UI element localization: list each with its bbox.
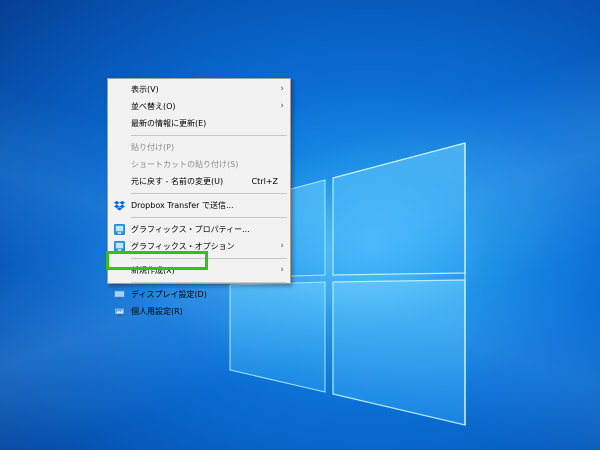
menu-item-label: ショートカットの貼り付け(S) <box>131 160 239 169</box>
menu-item-label: 表示(V) <box>131 85 159 94</box>
menu-item-label: 貼り付け(P) <box>131 143 175 152</box>
menu-item-dropbox-transfer[interactable]: Dropbox Transfer で送信... <box>108 197 290 214</box>
menu-item-paste-shortcut: ショートカットの貼り付け(S) <box>108 156 290 173</box>
menu-item-display-settings[interactable]: ディスプレイ設定(D) <box>108 286 290 303</box>
menu-separator <box>131 282 287 283</box>
highlight-annotation <box>106 251 208 270</box>
dropbox-icon <box>114 200 125 211</box>
menu-item-sort[interactable]: 並べ替え(O) › <box>108 98 290 115</box>
menu-item-label: 個人用設定(R) <box>131 307 183 316</box>
menu-item-label: グラフィックス・プロパティー... <box>131 225 250 234</box>
menu-item-graphics-properties[interactable]: グラフィックス・プロパティー... <box>108 221 290 238</box>
menu-item-refresh[interactable]: 最新の情報に更新(E) <box>108 115 290 132</box>
windows-logo <box>229 142 466 426</box>
menu-item-personalize[interactable]: 個人用設定(R) <box>108 303 290 320</box>
menu-item-label: 元に戻す - 名前の変更(U) <box>131 177 224 186</box>
chevron-right-icon: › <box>280 84 284 94</box>
chevron-right-icon: › <box>280 241 284 251</box>
chevron-right-icon: › <box>280 265 284 275</box>
menu-item-label: 並べ替え(O) <box>131 102 176 111</box>
menu-item-view[interactable]: 表示(V) › <box>108 81 290 98</box>
menu-item-label: ディスプレイ設定(D) <box>131 290 207 299</box>
display-icon <box>114 290 125 300</box>
menu-item-paste: 貼り付け(P) <box>108 139 290 156</box>
desktop-background <box>0 0 600 450</box>
intel-graphics-icon <box>114 224 125 235</box>
chevron-right-icon: › <box>280 101 284 111</box>
menu-item-undo-rename[interactable]: 元に戻す - 名前の変更(U) Ctrl+Z <box>108 173 290 190</box>
menu-separator <box>131 135 287 136</box>
menu-item-label: Dropbox Transfer で送信... <box>131 201 234 210</box>
menu-item-label: 最新の情報に更新(E) <box>131 119 207 128</box>
personalize-icon <box>114 307 125 317</box>
shortcut-label: Ctrl+Z <box>251 177 278 186</box>
menu-separator <box>131 193 287 194</box>
menu-separator <box>131 217 287 218</box>
menu-item-label: グラフィックス・オプション <box>131 242 235 251</box>
